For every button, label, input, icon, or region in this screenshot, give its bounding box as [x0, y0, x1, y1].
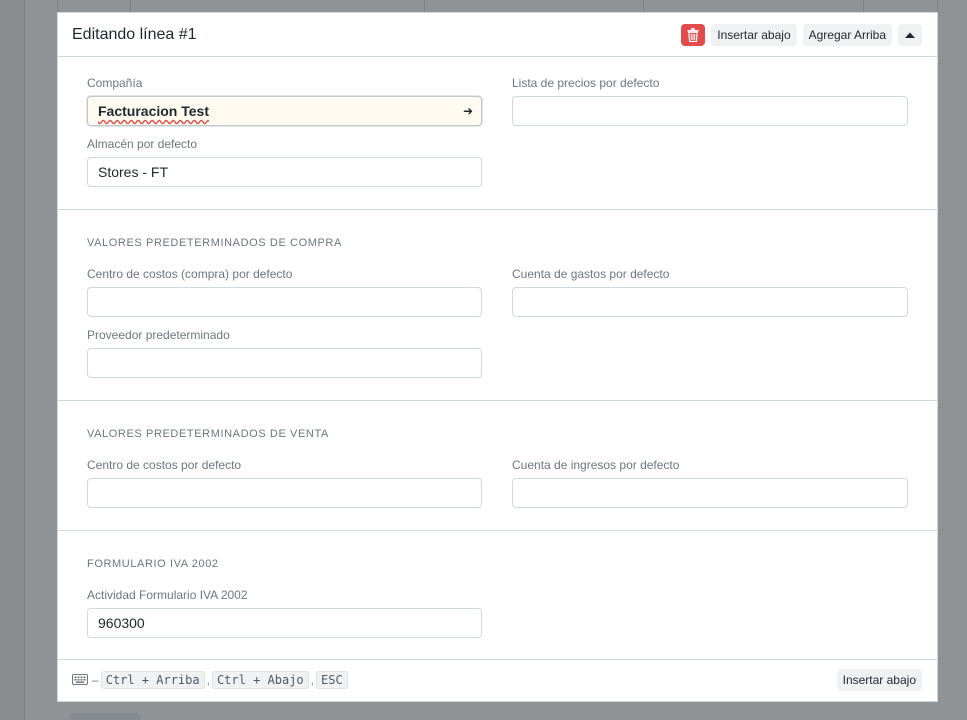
footer-insert-below-button[interactable]: Insertar abajo: [836, 668, 922, 691]
row-edit-panel: Editando línea #1 Insertar abajo Agregar…: [57, 12, 938, 702]
iva-activity-label: Actividad Formulario IVA 2002: [87, 588, 248, 602]
sales-cost-center-label: Centro de costos por defecto: [87, 458, 242, 472]
shortcut-comma: ,: [206, 672, 210, 687]
expense-account-label: Cuenta de gastos por defecto: [512, 267, 670, 281]
keyboard-icon: [72, 674, 88, 685]
shortcut-ctrl-up: Ctrl + Arriba: [100, 670, 205, 689]
header-actions: Insertar abajo Agregar Arriba: [681, 23, 922, 46]
caret-up-icon: [905, 32, 915, 38]
section-main: Compañía Facturacion Test ➜ Lista de pre…: [58, 57, 937, 210]
warehouse-input[interactable]: Stores - FT: [87, 157, 482, 187]
price-list-label: Lista de precios por defecto: [512, 76, 660, 90]
background-grid-header: [57, 0, 938, 12]
expense-account-input[interactable]: [512, 287, 908, 317]
warehouse-label: Almacén por defecto: [87, 137, 198, 151]
price-list-input[interactable]: [512, 96, 908, 126]
panel-footer: – Ctrl + Arriba , Ctrl + Abajo , ESC Ins…: [58, 658, 937, 701]
add-above-button[interactable]: Agregar Arriba: [802, 23, 892, 46]
section-sales-defaults: VALORES PREDETERMINADOS DE VENTA Centro …: [58, 401, 937, 531]
trash-icon: [687, 27, 699, 42]
supplier-label: Proveedor predeterminado: [87, 328, 230, 342]
income-account-label: Cuenta de ingresos por defecto: [512, 458, 680, 472]
section-iva-form: FORMULARIO IVA 2002 Actividad Formulario…: [58, 531, 937, 660]
panel-title: Editando línea #1: [72, 25, 197, 43]
shortcut-esc: ESC: [316, 670, 348, 689]
section-purchase-title: VALORES PREDETERMINADOS DE COMPRA: [87, 237, 342, 249]
shortcut-comma: ,: [310, 672, 314, 687]
keyboard-shortcuts: – Ctrl + Arriba , Ctrl + Abajo , ESC: [72, 670, 349, 689]
sales-cost-center-input[interactable]: [87, 478, 482, 508]
company-label: Compañía: [87, 76, 143, 90]
section-sales-title: VALORES PREDETERMINADOS DE VENTA: [87, 428, 329, 440]
company-input[interactable]: Facturacion Test ➜: [87, 96, 482, 126]
company-value: Facturacion Test: [98, 103, 209, 119]
income-account-input[interactable]: [512, 478, 908, 508]
purchase-cost-center-input[interactable]: [87, 287, 482, 317]
iva-activity-input[interactable]: 960300: [87, 608, 482, 638]
purchase-cost-center-label: Centro de costos (compra) por defecto: [87, 267, 293, 281]
section-iva-title: FORMULARIO IVA 2002: [87, 558, 219, 570]
collapse-panel-button[interactable]: [898, 23, 922, 46]
background-add-row-button: [70, 713, 140, 720]
insert-below-button[interactable]: Insertar abajo: [711, 23, 797, 46]
shortcut-dash: –: [92, 672, 99, 687]
section-purchase-defaults: VALORES PREDETERMINADOS DE COMPRA Centro…: [58, 210, 937, 401]
shortcut-ctrl-down: Ctrl + Abajo: [211, 670, 309, 689]
delete-row-button[interactable]: [681, 23, 706, 46]
supplier-input[interactable]: [87, 348, 482, 378]
background-sidebar: [0, 0, 25, 720]
panel-header: Editando línea #1 Insertar abajo Agregar…: [58, 13, 937, 57]
arrow-right-icon[interactable]: ➜: [463, 104, 473, 118]
